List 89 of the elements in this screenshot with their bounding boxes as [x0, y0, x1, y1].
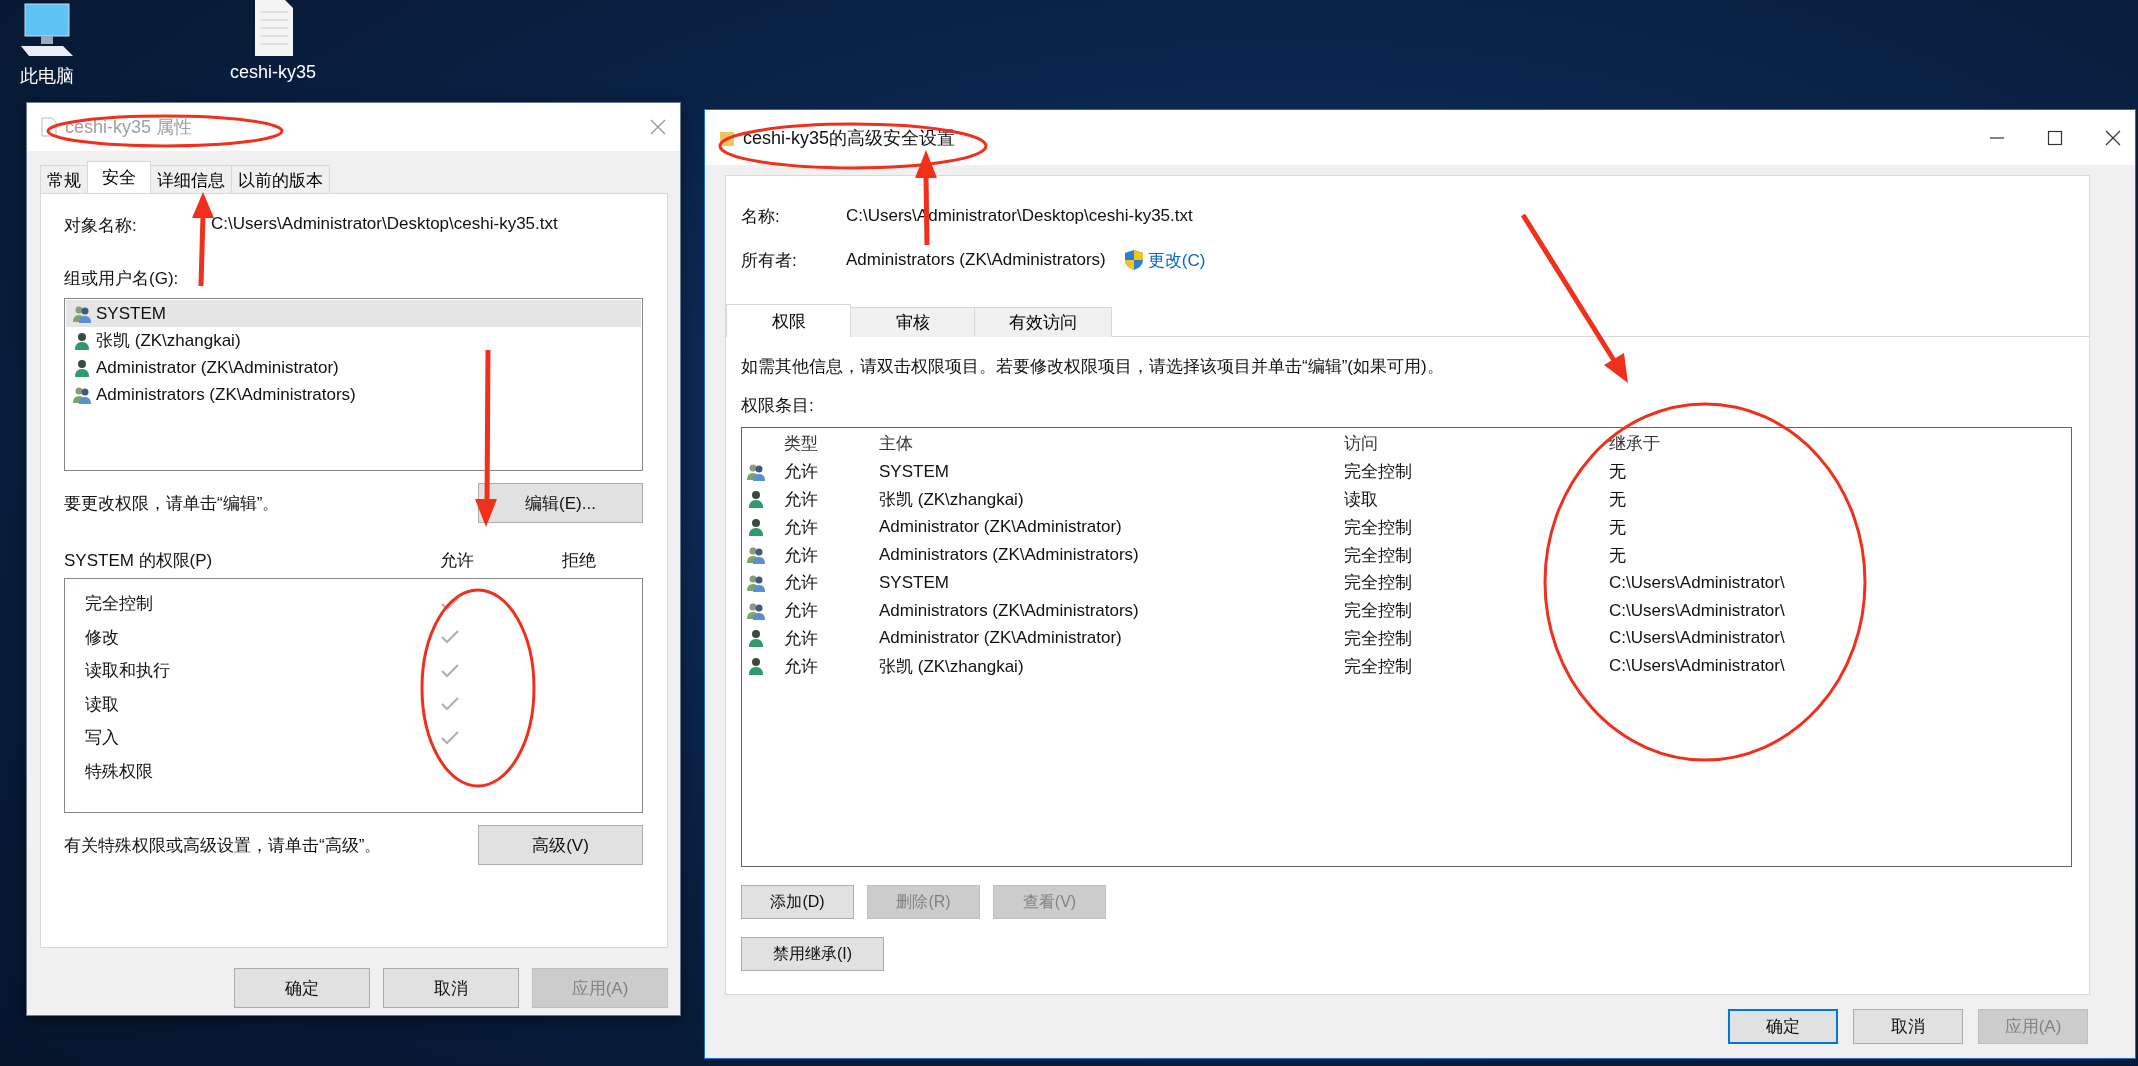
table-cell-text: Administrator (ZK\Administrator)	[879, 628, 1123, 649]
user-list-item[interactable]: Administrators (ZK\Administrators)	[66, 381, 641, 408]
table-cell-text: 完全控制	[1344, 655, 1413, 678]
permission-name: 读取和执行	[85, 660, 171, 683]
group-icon	[746, 546, 766, 565]
table-cell-text: 允许	[784, 516, 819, 539]
tab[interactable]: 权限	[726, 304, 851, 337]
user-icon	[72, 358, 92, 377]
section-label: 组或用户名(G):	[64, 268, 180, 290]
owner-name: Administrators (ZK\Administrators)	[846, 250, 1106, 270]
table-cell-text: 张凯 (ZK\zhangkai)	[879, 655, 1025, 678]
table-cell-text: 无	[1609, 461, 1627, 484]
table-cell-text: 允许	[784, 572, 819, 595]
object-name: C:\Users\Administrator\Desktop\ceshi-ky35.txt	[211, 214, 558, 235]
table-cell-text: 无	[1609, 544, 1627, 567]
group-icon	[72, 304, 92, 323]
tab[interactable]: 审核	[850, 307, 975, 337]
dialog-button[interactable]: 确定	[234, 968, 370, 1008]
table-cell-text: 完全控制	[1344, 461, 1413, 484]
table-cell-text: 允许	[784, 489, 819, 511]
table-cell-text: C:\Users\Administrator\	[1609, 600, 1786, 621]
table-cell-text: 完全控制	[1344, 572, 1413, 595]
user-icon	[72, 331, 92, 350]
edit-button[interactable]: 编辑(E)...	[478, 483, 643, 523]
user-icon	[746, 518, 766, 537]
table-cell-text: SYSTEM	[879, 572, 950, 593]
field-label: 对象名称:	[64, 215, 138, 237]
permission-name: 修改	[85, 626, 120, 649]
column-header[interactable]: 类型	[784, 432, 879, 456]
section-label: 权限条目:	[741, 395, 815, 417]
dialog-button[interactable]: 确定	[1728, 1009, 1838, 1044]
user-list-item[interactable]: Administrator (ZK\Administrator)	[66, 354, 641, 381]
group-icon	[72, 385, 92, 404]
shield-icon	[1123, 249, 1144, 271]
table-cell-text: 无	[1609, 489, 1627, 511]
table-cell-text: 无	[1609, 516, 1627, 539]
table-cell-text: 张凯 (ZK\zhangkai)	[879, 489, 1025, 511]
group-icon	[746, 573, 766, 592]
table-cell-text: 允许	[784, 655, 819, 678]
table-cell-text: 允许	[784, 544, 819, 567]
tab[interactable]: 安全	[87, 161, 151, 193]
desktop-icon-label[interactable]: 此电脑	[20, 64, 74, 88]
hint-text: 要更改权限，请单击“编辑”。	[64, 492, 280, 515]
window-title: ceshi-ky35 属性	[65, 116, 193, 139]
table-cell-text: 允许	[784, 461, 819, 484]
column-header[interactable]: 访问	[1344, 432, 1609, 456]
permission-name: 读取	[85, 693, 120, 716]
tab[interactable]: 有效访问	[974, 307, 1112, 337]
tab[interactable]: 以前的版本	[231, 165, 330, 193]
change-owner-link[interactable]: 更改(C)	[1147, 248, 1206, 272]
dialog-button[interactable]: 取消	[1853, 1009, 1963, 1044]
entry-button[interactable]: 添加(D)	[741, 885, 854, 919]
field-label: 名称:	[741, 205, 781, 228]
desktop-icon-label[interactable]: ceshi-ky35	[229, 62, 316, 83]
permission-name: 完全控制	[85, 593, 154, 616]
table-cell-text: 读取	[1344, 489, 1379, 511]
permission-name: 写入	[85, 727, 120, 750]
hint-text: 有关特殊权限或高级设置，请单击“高级”。	[64, 834, 382, 857]
permission-name: 特殊权限	[85, 760, 154, 783]
tab[interactable]: 常规	[40, 165, 88, 193]
table-cell-text: Administrators (ZK\Administrators)	[879, 545, 1140, 566]
column-header: 拒绝	[562, 550, 596, 572]
advanced-button[interactable]: 高级(V)	[478, 825, 643, 865]
user-icon	[746, 629, 766, 648]
user-icon	[746, 490, 766, 509]
table-cell-text: C:\Users\Administrator\	[1609, 656, 1786, 677]
group-icon	[746, 462, 766, 481]
user-list-item[interactable]: SYSTEM	[66, 300, 641, 327]
section-label: SYSTEM 的权限(P)	[64, 550, 214, 572]
table-cell-text: 允许	[784, 600, 819, 623]
table-cell-text: 允许	[784, 627, 819, 650]
user-list-item[interactable]: 张凯 (ZK\zhangkai)	[66, 327, 641, 354]
user-icon	[746, 657, 766, 676]
table-cell-text: 完全控制	[1344, 627, 1413, 650]
dialog-button[interactable]: 取消	[383, 968, 519, 1008]
table-cell-text: C:\Users\Administrator\	[1609, 628, 1786, 649]
table-cell-text: Administrator (ZK\Administrator)	[879, 517, 1123, 538]
table-cell-text: Administrators (ZK\Administrators)	[879, 600, 1140, 621]
info-text: 如需其他信息，请双击权限项目。若要修改权限项目，请选择该项目并单击“编辑”(如果可用)。	[741, 356, 1445, 378]
column-header: 允许	[440, 550, 475, 572]
table-cell-text: 完全控制	[1344, 544, 1413, 567]
table-cell-text: SYSTEM	[879, 461, 950, 482]
table-cell-text: 完全控制	[1344, 516, 1413, 539]
column-header[interactable]: 主体	[879, 432, 1344, 456]
field-label: 所有者:	[741, 249, 798, 272]
group-icon	[746, 601, 766, 620]
disable-inheritance-button[interactable]: 禁用继承(I)	[741, 937, 884, 971]
table-cell-text: C:\Users\Administrator\	[1609, 572, 1786, 593]
table-cell-text: 完全控制	[1344, 600, 1413, 623]
